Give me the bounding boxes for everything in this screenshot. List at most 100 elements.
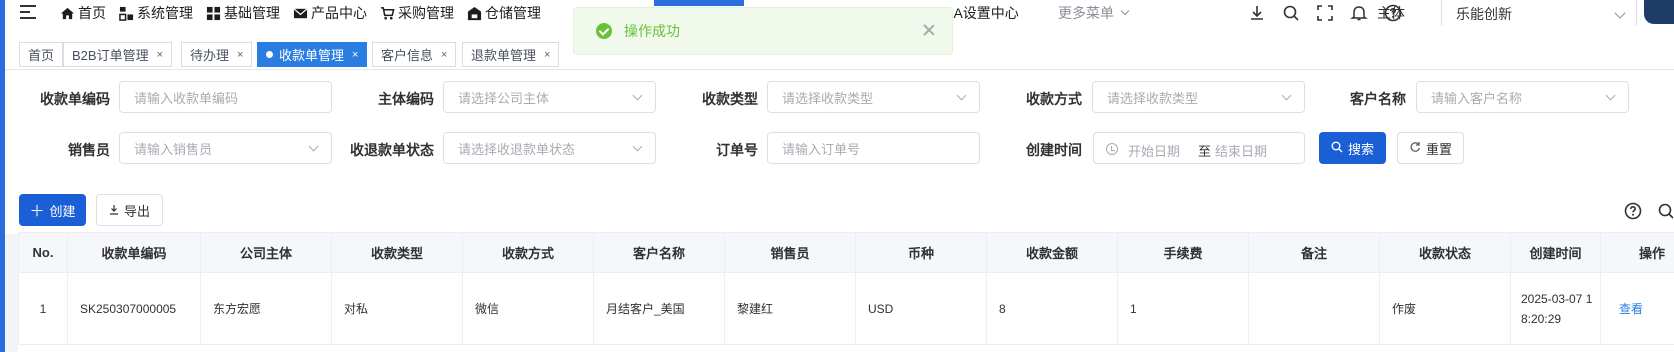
tab-refund-management[interactable]: 退款单管理 × bbox=[462, 42, 560, 67]
tab-b2b-orders[interactable]: B2B订单管理 × bbox=[63, 42, 173, 67]
nav-product[interactable]: 产品中心 bbox=[293, 3, 367, 23]
cell-entity: 东方宏愿 bbox=[200, 272, 332, 345]
customer-name-placeholder: 请输入客户名称 bbox=[1431, 90, 1523, 106]
search-button-label: 搜索 bbox=[1347, 141, 1374, 157]
customer-name-select[interactable]: 请输入客户名称 bbox=[1416, 81, 1629, 113]
tab-label: 收款单管理 bbox=[279, 48, 345, 63]
col-header: 收款单编码 bbox=[67, 232, 201, 273]
refund-status-label: 收退款单状态 bbox=[350, 142, 434, 158]
refund-status-select[interactable]: 请选择收退款单状态 bbox=[443, 132, 656, 164]
home-icon bbox=[60, 6, 75, 21]
subject-select[interactable]: 乐能创新 bbox=[1441, 0, 1637, 28]
receipt-type-placeholder: 请选择收款类型 bbox=[782, 90, 874, 106]
salesperson-label: 销售员 bbox=[68, 142, 110, 158]
main-nav: 首页 系统管理 基础管理 产品中心 采购管理 仓储管理 bbox=[60, 0, 554, 26]
nav-more-menu[interactable]: 更多菜单 bbox=[1058, 0, 1130, 26]
nav-home[interactable]: 首页 bbox=[60, 3, 106, 23]
export-button[interactable]: 导出 bbox=[96, 194, 163, 226]
fullscreen-icon[interactable] bbox=[1316, 4, 1334, 22]
created-time-label: 创建时间 bbox=[1026, 142, 1082, 158]
page: 首页 系统管理 基础管理 产品中心 采购管理 仓储管理 PDA设置中心 更多菜单… bbox=[0, 0, 1674, 352]
close-icon[interactable]: × bbox=[441, 49, 447, 61]
order-no-label: 订单号 bbox=[716, 142, 758, 158]
end-date-placeholder[interactable]: 结束日期 bbox=[1215, 141, 1267, 160]
chevron-down-icon bbox=[1614, 7, 1626, 19]
help-icon[interactable] bbox=[1624, 202, 1642, 220]
close-icon[interactable]: × bbox=[352, 49, 358, 61]
cell-actions: 查看 bbox=[1600, 272, 1674, 345]
reset-button[interactable]: 重置 bbox=[1397, 132, 1464, 164]
order-no-placeholder: 请输入订单号 bbox=[782, 141, 861, 157]
salesperson-select[interactable]: 请输入销售员 bbox=[119, 132, 332, 164]
download-icon bbox=[109, 203, 119, 218]
toast-message: 操作成功 bbox=[624, 23, 680, 39]
warehouse-icon bbox=[467, 6, 482, 21]
cell-fee: 1 bbox=[1117, 272, 1249, 345]
nav-basic[interactable]: 基础管理 bbox=[206, 3, 280, 23]
entity-code-select[interactable]: 请选择公司主体 bbox=[443, 81, 656, 113]
receipt-method-select[interactable]: 请选择收款类型 bbox=[1092, 81, 1305, 113]
export-button-label: 导出 bbox=[123, 203, 150, 219]
nav-product-label: 产品中心 bbox=[311, 5, 367, 21]
cell-salesperson: 黎建红 bbox=[724, 272, 856, 345]
salesperson-placeholder: 请输入销售员 bbox=[134, 141, 213, 157]
col-header: 公司主体 bbox=[200, 232, 332, 273]
nav-more-label: 更多菜单 bbox=[1058, 5, 1114, 21]
cell-remark bbox=[1248, 272, 1380, 345]
col-header: 销售员 bbox=[724, 232, 856, 273]
created-date-range[interactable]: 开始日期 至 结束日期 bbox=[1093, 132, 1305, 164]
receipt-method-placeholder: 请选择收款类型 bbox=[1107, 90, 1199, 106]
nav-active-indicator bbox=[654, 0, 744, 6]
nav-purchase[interactable]: 采购管理 bbox=[380, 3, 454, 23]
receipts-table: No. 收款单编码 公司主体 收款类型 收款方式 客户名称 销售员 币种 收款金… bbox=[18, 232, 1674, 352]
cell-status: 作废 bbox=[1379, 272, 1511, 345]
download-icon[interactable] bbox=[1248, 4, 1266, 22]
search-form: 收款单编码 请输入收款单编码 主体编码 请选择公司主体 收款类型 请选择收款类型… bbox=[5, 70, 1674, 178]
col-header: 创建时间 bbox=[1510, 232, 1601, 273]
chevron-down-icon bbox=[308, 141, 319, 152]
cell-no: 1 bbox=[18, 272, 68, 345]
chevron-down-icon bbox=[956, 90, 967, 101]
search-icon[interactable] bbox=[1282, 4, 1300, 22]
tab-label: 待办理 bbox=[190, 48, 230, 63]
menu-toggle-icon[interactable] bbox=[20, 4, 38, 20]
cell-customer: 月结客户_美国 bbox=[593, 272, 725, 345]
nav-warehouse-label: 仓储管理 bbox=[485, 5, 541, 21]
tab-customer-info[interactable]: 客户信息 × bbox=[372, 42, 457, 67]
col-header: 手续费 bbox=[1117, 232, 1249, 273]
success-toast: 操作成功 bbox=[573, 7, 953, 55]
receipt-type-select[interactable]: 请选择收款类型 bbox=[767, 81, 980, 113]
tab-label: 客户信息 bbox=[381, 48, 434, 63]
start-date-placeholder[interactable]: 开始日期 bbox=[1128, 141, 1180, 160]
tab-label: B2B订单管理 bbox=[72, 48, 149, 63]
grid-icon bbox=[206, 6, 221, 21]
close-icon[interactable]: × bbox=[544, 49, 550, 61]
nav-purchase-label: 采购管理 bbox=[398, 5, 454, 21]
search-icon[interactable] bbox=[1657, 202, 1674, 220]
receipt-type-label: 收款类型 bbox=[702, 91, 758, 107]
order-no-input[interactable]: 请输入订单号 bbox=[767, 132, 980, 164]
window-edge bbox=[0, 0, 5, 352]
subject-label: 主体 bbox=[1377, 0, 1405, 26]
active-dot-icon bbox=[266, 51, 273, 58]
tab-receipt-management[interactable]: 收款单管理 × bbox=[257, 42, 368, 67]
receipt-no-input[interactable]: 请输入收款单编码 bbox=[119, 81, 332, 113]
avatar[interactable] bbox=[1644, 0, 1674, 24]
cell-receipt-no: SK250307000005 bbox=[67, 272, 201, 345]
close-icon[interactable]: × bbox=[237, 49, 243, 61]
close-icon[interactable]: × bbox=[157, 49, 163, 61]
tab-home[interactable]: 首页 bbox=[19, 42, 64, 67]
nav-system[interactable]: 系统管理 bbox=[119, 3, 193, 23]
close-icon[interactable] bbox=[922, 23, 936, 37]
col-header: 收款金额 bbox=[986, 232, 1118, 273]
receipt-no-label: 收款单编码 bbox=[40, 91, 110, 107]
search-button[interactable]: 搜索 bbox=[1319, 132, 1386, 164]
bell-icon[interactable] bbox=[1350, 4, 1368, 22]
col-header: 收款方式 bbox=[462, 232, 594, 273]
nav-warehouse[interactable]: 仓储管理 bbox=[467, 3, 541, 23]
chevron-down-icon bbox=[1281, 90, 1292, 101]
tab-label: 退款单管理 bbox=[471, 48, 537, 63]
tab-todo[interactable]: 待办理 × bbox=[181, 42, 253, 67]
create-button[interactable]: ＋ 创建 bbox=[19, 194, 86, 226]
view-link[interactable]: 查看 bbox=[1619, 302, 1643, 316]
